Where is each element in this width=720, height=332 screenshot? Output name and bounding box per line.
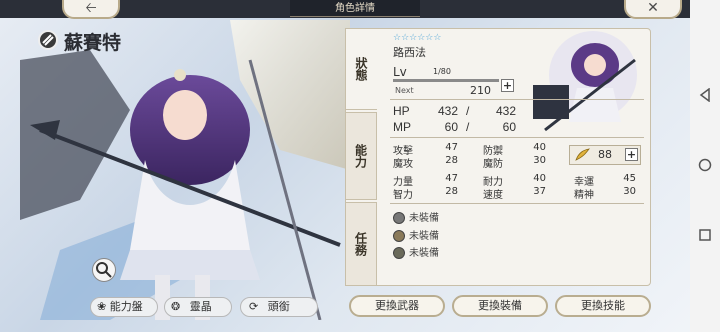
wing-plus-button[interactable]: + [625,148,638,161]
back-triangle-icon[interactable] [698,88,712,102]
hp-label: HP [393,104,410,118]
equip-accessory-label: 未裝備 [409,248,439,259]
change-equipment-button[interactable]: 更換裝備 [452,295,548,317]
mdef-value: 30 [533,155,546,166]
exp-bar [393,79,499,82]
close-icon: ✕ [647,0,659,16]
back-arrow-icon: 🡠 [85,0,97,16]
equip-slot-weapon[interactable]: 未裝備 [393,209,439,224]
home-circle-icon[interactable] [698,158,712,172]
element-orb-icon [38,30,58,50]
page-title: 角色詳情 [290,0,420,17]
divider-3 [390,203,644,204]
matk-value: 28 [445,155,458,166]
equip-weapon-label: 未裝備 [409,213,439,224]
tab-mission[interactable]: 任務 [345,202,377,286]
crystal-icon: ❂ [171,300,181,313]
divider-1 [390,99,644,100]
level-max: /80 [438,67,451,76]
luck-value: 45 [623,173,636,184]
equip-slot-armor[interactable]: 未裝備 [393,227,439,242]
character-title: 路西法 [393,46,426,59]
atk-value: 47 [445,142,458,153]
close-button[interactable]: ✕ [624,0,682,19]
matk-label: 魔攻 [393,159,413,170]
mp-label: MP [393,120,411,134]
mp-separator: / [466,120,470,134]
ability-board-button[interactable]: ❀ 能力盤 [90,297,158,317]
equip-slot-accessory[interactable]: 未裝備 [393,244,439,259]
spd-label: 速度 [483,190,503,201]
next-value: 210 [470,84,491,97]
def-value: 40 [533,142,546,153]
magnifier-icon [96,262,112,278]
tab-ability[interactable]: 能力 [345,112,377,200]
character-portrait [525,30,645,138]
back-button[interactable]: 🡠 [62,0,120,19]
armor-slot-icon [393,230,405,242]
hp-value: 432 [437,104,458,118]
equip-armor-label: 未裝備 [409,231,439,242]
level-label: Lv [393,65,407,79]
str-value: 47 [445,173,458,184]
divider-2 [390,137,644,138]
level-value: 1/80 [433,67,451,76]
spirit-label: 精神 [574,190,594,201]
title-label: 頭銜 [267,300,290,313]
mdef-label: 魔防 [483,159,503,170]
change-weapon-button[interactable]: 更換武器 [349,295,445,317]
end-value: 40 [533,173,546,184]
hp-separator: / [466,104,470,118]
hp-max: 432 [495,104,516,118]
character-art [20,20,350,320]
swap-icon: ⟳ [249,300,259,313]
rarity-stars: ☆☆☆☆☆☆ [393,33,442,43]
title-button[interactable]: ⟳ 頭銜 [240,297,318,317]
wing-icon [574,147,590,163]
panel-tabs: 狀態 能力 任務 [345,28,377,286]
change-skill-button[interactable]: 更換技能 [555,295,651,317]
recents-square-icon[interactable] [698,228,712,242]
character-name: 蘇賽特 [64,32,122,54]
level-up-button[interactable]: + [501,79,514,92]
accessory-slot-icon [393,247,405,259]
int-value: 28 [445,186,458,197]
gear-cluster-icon: ❀ [97,300,107,313]
int-label: 智力 [393,190,413,201]
tab-status[interactable]: 狀態 [345,28,377,110]
wing-value: 88 [598,148,612,161]
mp-max: 60 [502,120,516,134]
mp-value: 60 [444,120,458,134]
spirit-crystal-button[interactable]: ❂ 靈晶 [164,297,232,317]
spirit-value: 30 [623,186,636,197]
spd-value: 37 [533,186,546,197]
system-nav-bar [690,0,720,332]
next-label: Next [395,86,414,95]
spirit-crystal-label: 靈晶 [189,300,212,313]
weapon-slot-icon [393,212,405,224]
ability-board-label: 能力盤 [109,300,143,313]
zoom-button[interactable] [92,258,116,282]
